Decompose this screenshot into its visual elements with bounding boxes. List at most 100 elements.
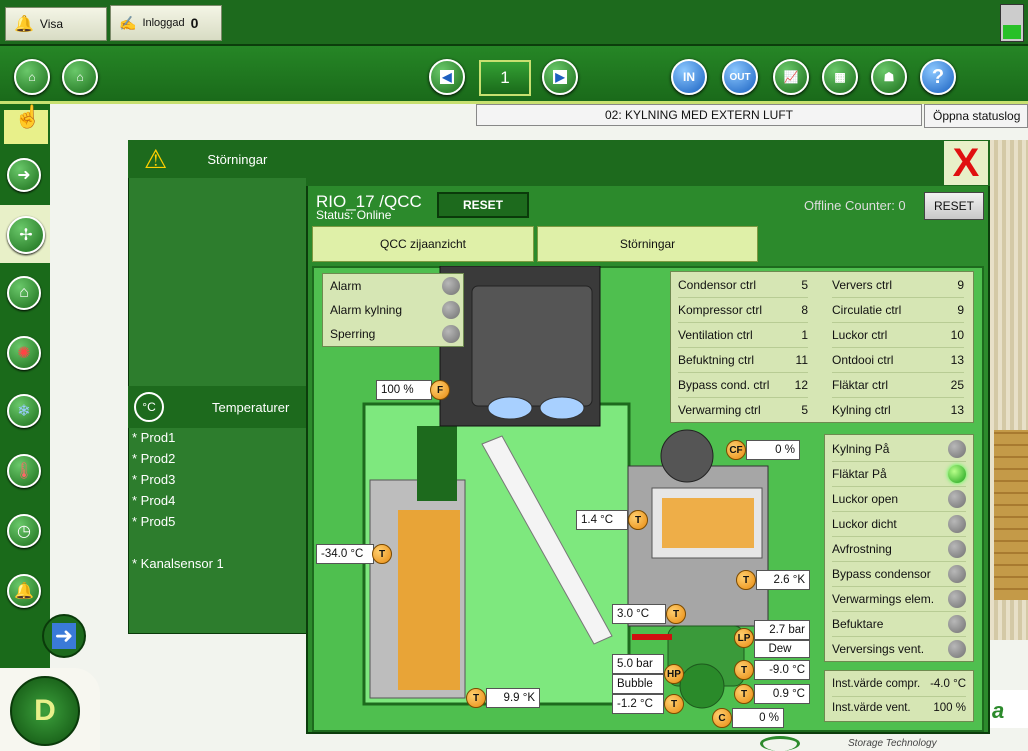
offline-counter: Offline Counter: 0 [804, 198, 906, 213]
tab-storningar[interactable]: Störningar [537, 226, 758, 262]
temp-09-value: 0.9 °C [754, 684, 810, 704]
condenser-fan [660, 429, 714, 483]
temp-item: * Prod4 [132, 493, 176, 508]
nav-snowflake-button[interactable]: ❄ [7, 394, 41, 428]
pipe-red [632, 634, 672, 640]
thermometer-icon: 🌡 [13, 463, 35, 480]
hp-pressure-value: 5.0 bar [612, 654, 664, 674]
visa-button[interactable]: 🔔 Visa [5, 7, 107, 41]
arrow-right-icon: ▶ [553, 70, 567, 84]
home-alt-button[interactable]: ⌂ [62, 59, 98, 95]
alarm-led [442, 325, 460, 343]
state-led [948, 565, 966, 583]
pointer-tab[interactable]: ☝ [4, 104, 48, 144]
arrow-right-icon: ➜ [51, 623, 77, 649]
offline-reset-button[interactable]: RESET [924, 192, 984, 220]
state-led [948, 490, 966, 508]
bell-icon: 🔔 [14, 16, 34, 33]
hp-bubble-label: Bubble [612, 674, 664, 694]
state-row: Kylning På [832, 437, 966, 462]
open-statuslog-button[interactable]: Öppna statuslog [924, 104, 1028, 128]
gauge-icon: ◷ [17, 523, 31, 540]
home-button[interactable]: ⌂ [14, 59, 50, 95]
reset-button[interactable]: RESET [437, 192, 529, 218]
temp-3-value: 3.0 °C [612, 604, 666, 624]
state-led [948, 615, 966, 633]
graph-button[interactable]: 📈 [773, 59, 809, 95]
level-indicator [1000, 4, 1024, 42]
ctrl-row: Ventilation ctrl 1 [678, 323, 808, 348]
state-row: Verversings vent. [832, 637, 966, 661]
ctrl-row: Verwarming ctrl 5 [678, 403, 808, 417]
heat-icon: ✺ [17, 345, 31, 362]
home-icon: ⌂ [28, 70, 36, 84]
compressor-motor [679, 663, 725, 709]
ctrl-row: Bypass cond. ctrl 12 [678, 373, 808, 398]
close-icon: X [952, 141, 980, 185]
alarm-led [442, 277, 460, 295]
cf-value: 0 % [746, 440, 800, 460]
inloggad-button[interactable]: ✍ Inloggad 0 [110, 5, 222, 41]
evaporator-coil [398, 510, 460, 690]
operator-button[interactable]: ☗ [871, 59, 907, 95]
nav-heat-button[interactable]: ✺ [7, 336, 41, 370]
c-value: 0 % [732, 708, 784, 728]
temp-item [132, 535, 302, 556]
page-number: 1 [479, 60, 531, 96]
prev-page-button[interactable]: ◀ [429, 59, 465, 95]
temp-neg9-value: -9.0 °C [754, 660, 810, 680]
state-row: Avfrostning [832, 537, 966, 562]
nav-thermometer-button[interactable]: 🌡 [7, 454, 41, 488]
out-button[interactable]: OUT [722, 59, 758, 95]
arrow-left-icon: ◀ [440, 70, 454, 84]
next-page-button[interactable]: ▶ [542, 59, 578, 95]
dialog-titlebar [306, 140, 990, 186]
state-row: Bypass condensor [832, 562, 966, 587]
hp-badge: HP [664, 664, 684, 684]
t-badge: T [734, 684, 754, 704]
state-led [948, 440, 966, 458]
fan-speed-value: 100 % [376, 380, 432, 400]
ctrl-row: Kylning ctrl 13 [832, 403, 964, 417]
nav-arrow-button[interactable]: ➜ [7, 158, 41, 192]
nav-fan-tab[interactable]: ✢ [0, 205, 50, 263]
temp-item: * Prod5 [132, 514, 176, 529]
person-icon: ☗ [883, 70, 895, 84]
nav-building-button[interactable]: ⌂ [7, 276, 41, 310]
cf-badge: CF [726, 440, 746, 460]
temp-item: * Prod2 [132, 451, 176, 466]
tab-qcc-zijaanzicht[interactable]: QCC zijaanzicht [312, 226, 534, 262]
celsius-icon: °C [134, 392, 164, 422]
condenser-coil [662, 498, 754, 548]
state-row: Luckor dicht [832, 512, 966, 537]
lp-badge: LP [734, 628, 754, 648]
ctrl-row: Fläktar ctrl 25 [832, 373, 964, 398]
bell-icon: 🔔 [14, 583, 34, 600]
status-text: 02: KYLNING MED EXTERN LUFT [476, 104, 922, 126]
c-badge: C [712, 708, 732, 728]
nav-gauge-button[interactable]: ◷ [7, 514, 41, 548]
state-row: Befuktare [832, 612, 966, 637]
t-badge: T [666, 604, 686, 624]
state-row: Luckor open [832, 487, 966, 512]
temp-neg12-value: -1.2 °C [612, 694, 664, 714]
nav-alarm-button[interactable]: 🔔 [7, 574, 41, 608]
ctrl-row: Ververs ctrl 9 [832, 273, 964, 298]
close-button[interactable]: X [944, 141, 988, 185]
alarm-row: Alarm kylning [330, 298, 460, 322]
state-led [948, 540, 966, 558]
state-led [948, 515, 966, 533]
brand-text-fragment: a [990, 690, 1028, 728]
help-button[interactable]: ? [920, 59, 956, 95]
duct-left [417, 426, 457, 501]
state-row: Fläktar På [832, 462, 966, 487]
temp-bottom-value: 9.9 °K [486, 688, 540, 708]
table-button[interactable]: ▦ [822, 59, 858, 95]
table-icon: ▦ [834, 70, 846, 84]
temp-item: * Prod3 [132, 472, 176, 487]
in-button[interactable]: IN [671, 59, 707, 95]
state-row: Verwarmings elem. [832, 587, 966, 612]
expand-button[interactable]: ➜ [42, 614, 86, 658]
t-badge: T [736, 570, 756, 590]
ctrl-row: Ontdooi ctrl 13 [832, 348, 964, 373]
